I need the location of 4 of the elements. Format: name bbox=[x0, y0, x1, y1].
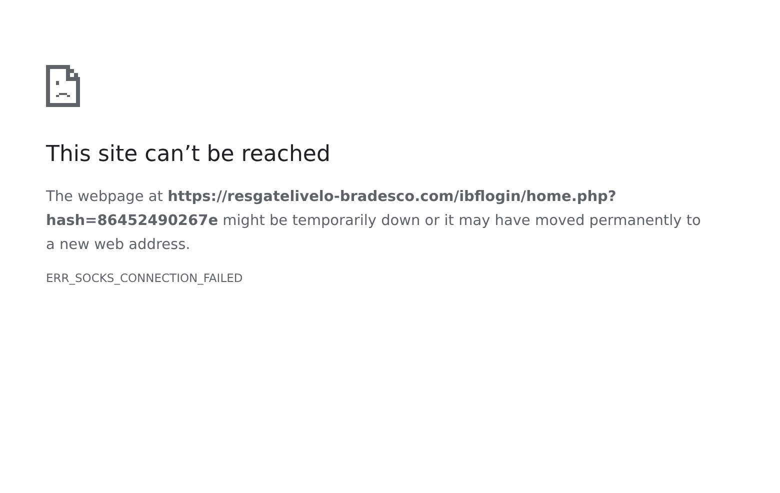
error-heading: This site can’t be reached bbox=[46, 141, 332, 169]
sad-page-icon bbox=[46, 65, 80, 107]
error-description: The webpage at https://resgatelivelo-bradesco.com/ibflogin/home.php?hash=86452490267e might be temporarily down or it may have moved permanently to a new web address. bbox=[46, 188, 702, 255]
error-code: ERR_SOCKS_CONNECTION_FAILED bbox=[46, 270, 244, 286]
